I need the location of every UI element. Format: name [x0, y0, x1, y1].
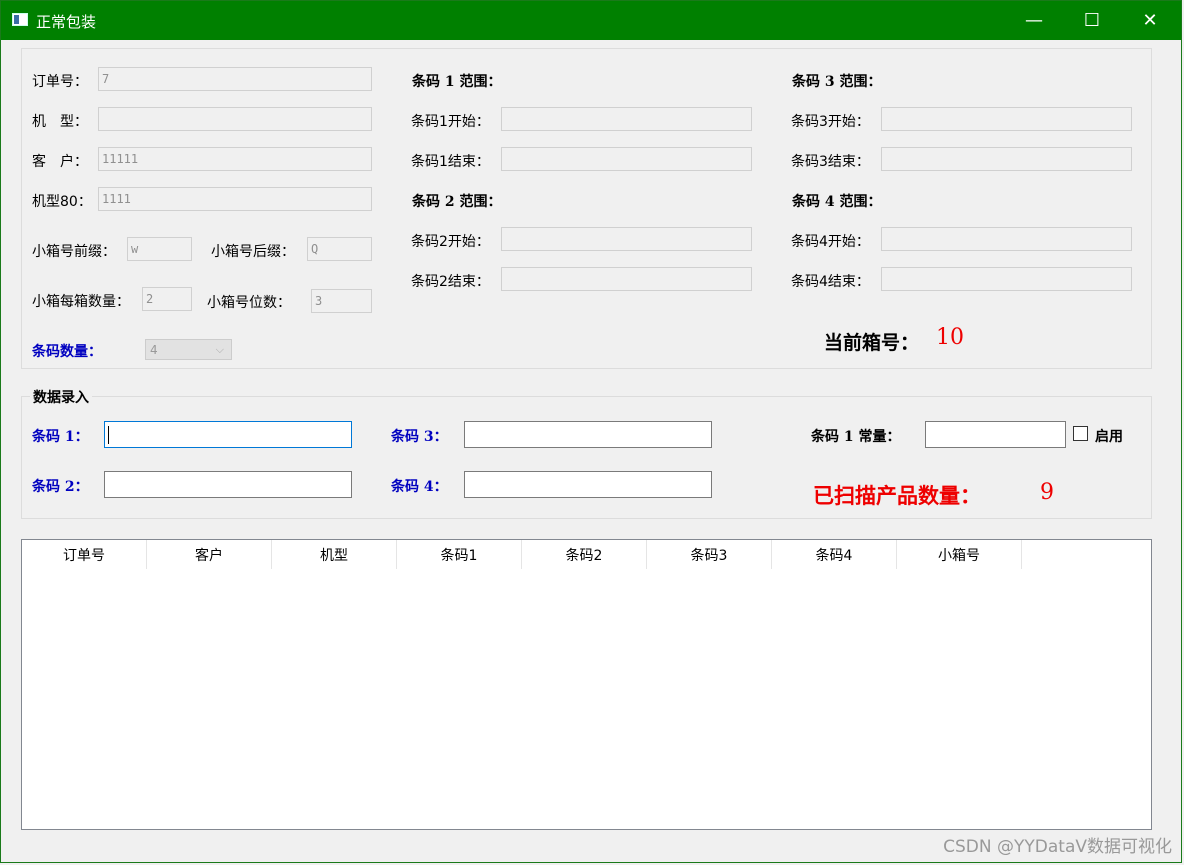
- range3-end-label: 条码3结束：: [791, 154, 870, 170]
- data-entry-title: 数据录入: [30, 387, 92, 407]
- enable-label: 启用: [1095, 429, 1123, 445]
- range2-start-label: 条码2开始：: [411, 234, 490, 250]
- range4-end-label: 条码4结束：: [791, 274, 870, 290]
- barcode4-input[interactable]: [464, 471, 712, 498]
- box-digits-field[interactable]: 3: [311, 289, 372, 313]
- range1-start-field[interactable]: [501, 107, 752, 131]
- barcode-count-value: 4: [150, 343, 158, 357]
- barcode3-input[interactable]: [464, 421, 712, 448]
- barcode-count-select[interactable]: 4 ⌵: [145, 339, 232, 360]
- barcode2-input[interactable]: [104, 471, 352, 498]
- current-box-value: 10: [936, 325, 964, 350]
- customer-field[interactable]: 11111: [98, 147, 372, 171]
- chevron-down-icon: ⌵: [215, 343, 224, 356]
- maximize-button[interactable]: ☐: [1063, 1, 1121, 40]
- range3-title: 条码 3 范围：: [792, 74, 882, 90]
- range4-start-label: 条码4开始：: [791, 234, 870, 250]
- box-prefix-field[interactable]: w: [127, 237, 192, 261]
- data-entry-group: [21, 396, 1152, 519]
- barcode1-const-input[interactable]: [925, 421, 1066, 448]
- table-header-barcode4[interactable]: 条码4: [772, 540, 897, 569]
- range2-end-label: 条码2结束：: [411, 274, 490, 290]
- range2-end-field[interactable]: [501, 267, 752, 291]
- per-box-label: 小箱每箱数量：: [32, 294, 130, 310]
- barcode2-label: 条码 2：: [32, 479, 89, 495]
- close-button[interactable]: ✕: [1121, 1, 1179, 40]
- per-box-field[interactable]: 2: [142, 287, 192, 311]
- table-header-box-no[interactable]: 小箱号: [897, 540, 1022, 569]
- barcode4-label: 条码 4：: [391, 479, 448, 495]
- box-suffix-label: 小箱号后缀：: [211, 244, 295, 260]
- current-box-label: 当前箱号：: [824, 332, 920, 354]
- range4-title: 条码 4 范围：: [792, 194, 882, 210]
- customer-label: 客 户：: [32, 154, 88, 170]
- range3-start-label: 条码3开始：: [791, 114, 870, 130]
- range1-end-field[interactable]: [501, 147, 752, 171]
- text-caret: [108, 426, 109, 444]
- range2-start-field[interactable]: [501, 227, 752, 251]
- barcode-count-label: 条码数量：: [32, 344, 102, 360]
- box-digits-label: 小箱号位数：: [207, 295, 291, 311]
- watermark: CSDN @YYDataV数据可视化: [943, 837, 1172, 857]
- box-suffix-field[interactable]: Q: [307, 237, 372, 261]
- range4-end-field[interactable]: [881, 267, 1132, 291]
- range1-title: 条码 1 范围：: [412, 74, 502, 90]
- barcode3-label: 条码 3：: [391, 429, 448, 445]
- scanned-count-value: 9: [1040, 480, 1054, 505]
- range1-start-label: 条码1开始：: [411, 114, 490, 130]
- app-icon: [12, 13, 28, 26]
- table-header-model[interactable]: 机型: [272, 540, 397, 569]
- scanned-count-label: 已扫描产品数量：: [813, 483, 981, 508]
- order-no-label: 订单号：: [32, 74, 88, 90]
- table-header-barcode2[interactable]: 条码2: [522, 540, 647, 569]
- enable-checkbox[interactable]: [1073, 426, 1088, 441]
- box-prefix-label: 小箱号前缀：: [32, 244, 116, 260]
- records-table[interactable]: 订单号 客户 机型 条码1 条码2 条码3 条码4 小箱号: [21, 539, 1152, 830]
- model80-label: 机型80：: [32, 194, 92, 210]
- model-field[interactable]: [98, 107, 372, 131]
- barcode1-label: 条码 1：: [32, 429, 89, 445]
- model-label: 机 型：: [32, 114, 88, 130]
- range1-end-label: 条码1结束：: [411, 154, 490, 170]
- table-header-barcode1[interactable]: 条码1: [397, 540, 522, 569]
- table-header-order-no[interactable]: 订单号: [22, 540, 147, 569]
- order-no-field[interactable]: 7: [98, 67, 372, 91]
- range3-start-field[interactable]: [881, 107, 1132, 131]
- window-title: 正常包装: [36, 13, 97, 31]
- range3-end-field[interactable]: [881, 147, 1132, 171]
- range2-title: 条码 2 范围：: [412, 194, 502, 210]
- barcode1-input[interactable]: [104, 421, 352, 448]
- range4-start-field[interactable]: [881, 227, 1132, 251]
- table-header-customer[interactable]: 客户: [147, 540, 272, 569]
- table-header-barcode3[interactable]: 条码3: [647, 540, 772, 569]
- title-bar: 正常包装 — ☐ ✕: [1, 1, 1181, 40]
- minimize-button[interactable]: —: [1005, 1, 1063, 40]
- model80-field[interactable]: 1111: [98, 187, 372, 211]
- barcode1-const-label: 条码 1 常量：: [811, 429, 901, 445]
